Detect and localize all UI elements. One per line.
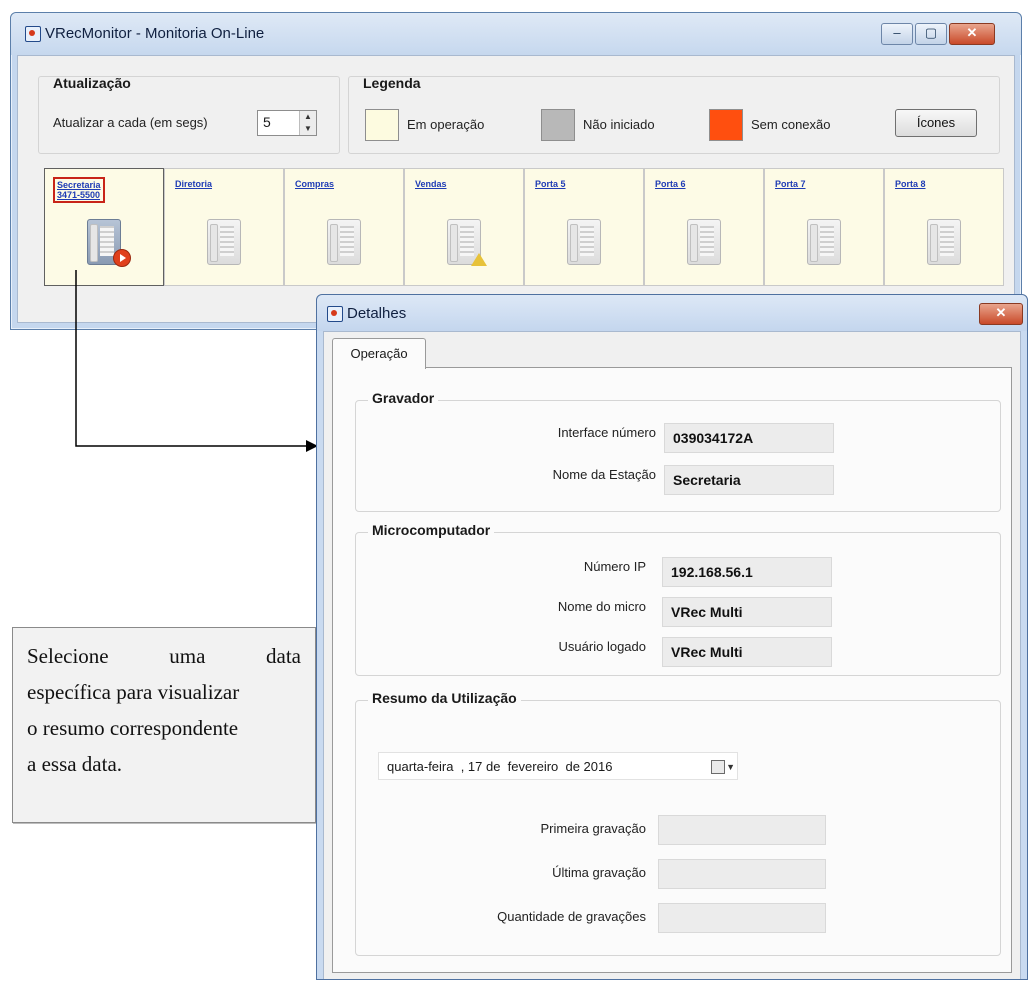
details-title: Detalhes (347, 305, 407, 322)
ip-number-field: 192.168.56.1 (662, 557, 832, 587)
details-app-icon (327, 306, 343, 322)
date-picker-value: quarta-feira , 17 de fevereiro de 2016 (387, 759, 613, 774)
usage-summary-group: Resumo da Utilização quarta-feira , 17 d… (355, 690, 1001, 956)
details-dialog: Detalhes ✕ Operação Gravador Interface n… (316, 294, 1028, 980)
gravador-title: Gravador (368, 390, 439, 406)
recording-count-field (658, 903, 826, 933)
recording-count-label: Quantidade de gravações (497, 909, 646, 924)
details-close-button[interactable]: ✕ (979, 303, 1023, 325)
interface-number-label: Interface número (557, 425, 656, 440)
microcomputer-group: Microcomputador Número IP 192.168.56.1 N… (355, 522, 1001, 676)
last-recording-field (658, 859, 826, 889)
usage-summary-title: Resumo da Utilização (368, 690, 521, 706)
operacao-panel: Gravador Interface número 039034172A Nom… (332, 367, 1012, 973)
computer-name-field: VRec Multi (662, 597, 832, 627)
details-client-area: Operação Gravador Interface número 03903… (323, 331, 1021, 979)
interface-number-field: 039034172A (664, 423, 834, 453)
logged-user-label: Usuário logado (558, 639, 646, 654)
close-icon: ✕ (995, 305, 1007, 320)
computer-name-label: Nome do micro (557, 599, 646, 614)
last-recording-label: Última gravação (552, 865, 646, 880)
station-name-field: Secretaria (664, 465, 834, 495)
date-picker[interactable]: quarta-feira , 17 de fevereiro de 2016 ▼ (378, 752, 738, 780)
gravador-group: Gravador Interface número 039034172A Nom… (355, 390, 1001, 512)
tab-operacao[interactable]: Operação (332, 338, 426, 369)
details-title-bar: Detalhes ✕ (317, 295, 1027, 331)
ip-number-label: Número IP (583, 559, 646, 574)
callout-line-3: o resumo correspondente (27, 716, 239, 740)
callout-line-1: Selecione uma data (27, 638, 301, 674)
callout-line-2: específica para visualizar (27, 680, 240, 704)
callout-word: data (266, 644, 301, 668)
first-recording-field (658, 815, 826, 845)
callout-word: uma (169, 644, 206, 668)
microcomputer-title: Microcomputador (368, 522, 495, 538)
callout-word: Selecione (27, 644, 109, 668)
station-name-label: Nome da Estação (552, 467, 656, 482)
connector-line (75, 270, 308, 447)
chevron-down-icon[interactable]: ▼ (726, 753, 735, 781)
calendar-icon[interactable] (711, 760, 725, 774)
callout-note: Selecione uma data específica para visua… (12, 627, 316, 823)
callout-line-4: a essa data. (27, 752, 123, 776)
logged-user-field: VRec Multi (662, 637, 832, 667)
first-recording-label: Primeira gravação (540, 821, 647, 836)
